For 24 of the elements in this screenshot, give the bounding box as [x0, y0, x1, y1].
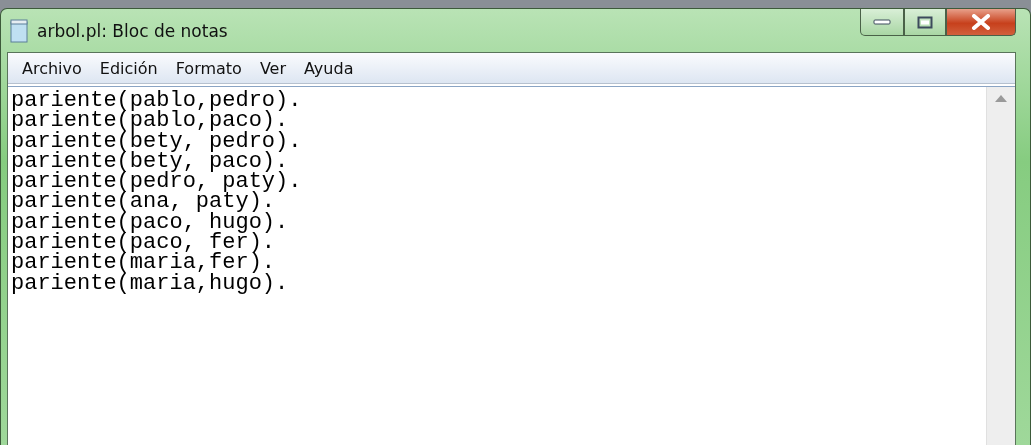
- menu-item[interactable]: Archivo: [14, 58, 90, 78]
- minimize-icon: [873, 19, 891, 25]
- text-line: pariente(pedro, paty).: [11, 172, 303, 193]
- menu-item[interactable]: Ver: [251, 58, 294, 78]
- text-line: pariente(pablo,pedro).: [11, 91, 303, 112]
- maximize-button[interactable]: [904, 9, 946, 36]
- menu-item[interactable]: Edición: [91, 58, 166, 78]
- window-title: arbol.pl: Bloc de notas: [37, 20, 228, 41]
- text-line: pariente(pablo,paco).: [11, 111, 289, 132]
- menu-item[interactable]: Formato: [167, 58, 250, 78]
- minimize-button[interactable]: [860, 9, 904, 36]
- text-line: pariente(bety, pedro).: [11, 131, 303, 152]
- text-line: pariente(maria,fer).: [11, 253, 276, 274]
- scrollbar[interactable]: [986, 87, 1015, 445]
- maximize-icon: [917, 15, 933, 29]
- notepad-icon: [9, 18, 29, 43]
- text-line: pariente(ana, paty).: [11, 192, 276, 213]
- close-button[interactable]: [946, 9, 1016, 36]
- text-line: pariente(maria,hugo).: [11, 273, 290, 294]
- text-line: pariente(bety, paco).: [11, 151, 289, 173]
- text-line: pariente(paco, hugo).: [11, 212, 290, 234]
- text-line: pariente(paco, fer).: [11, 233, 276, 254]
- close-icon: [971, 14, 991, 30]
- menu-item[interactable]: Ayuda: [296, 58, 362, 78]
